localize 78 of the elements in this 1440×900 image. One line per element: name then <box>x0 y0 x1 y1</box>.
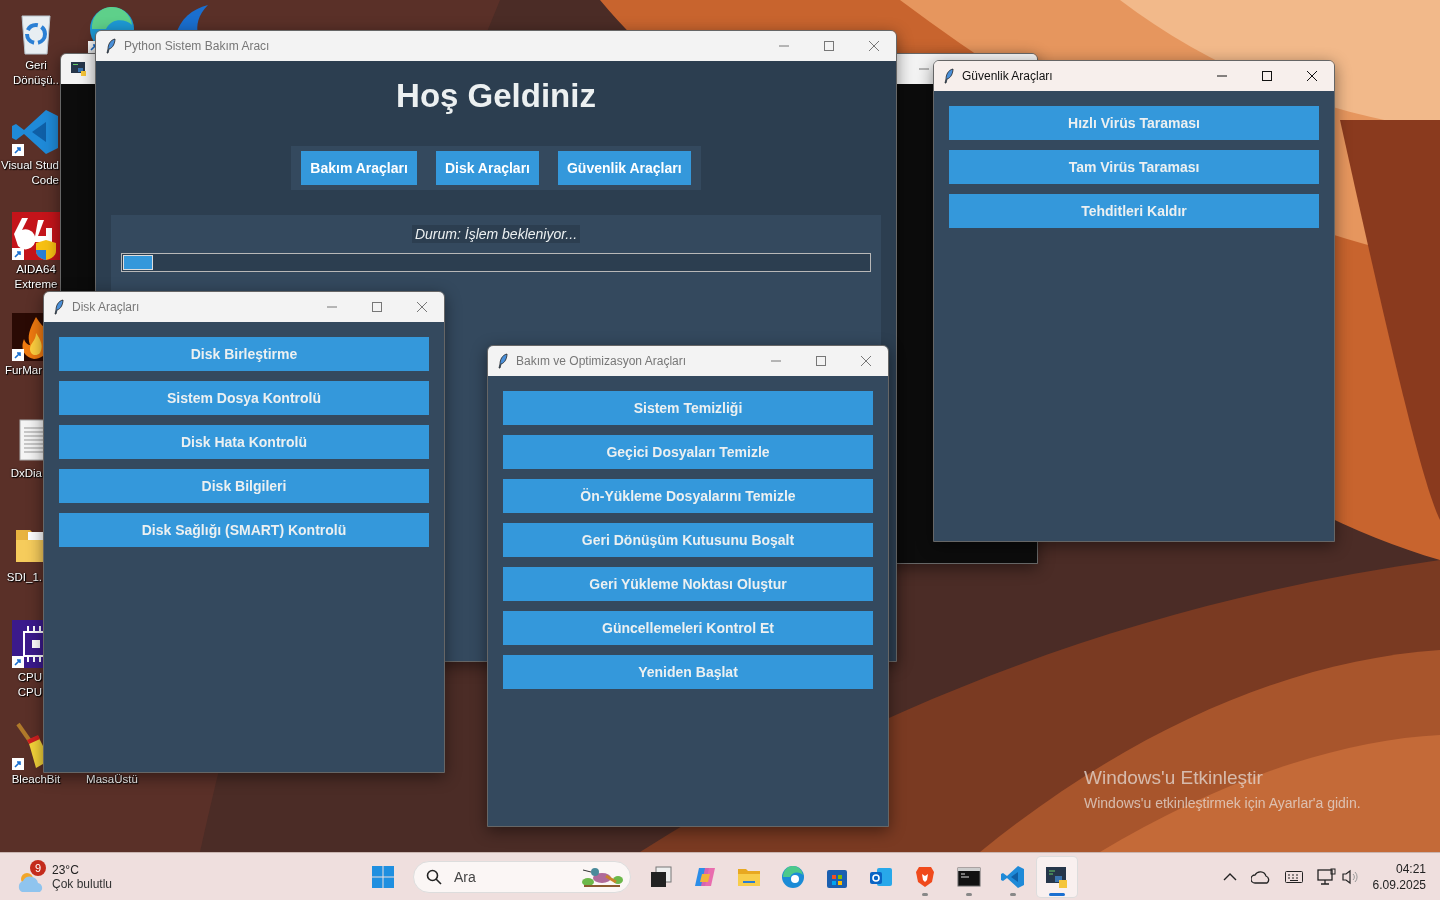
clock-button[interactable]: 04:21 6.09.2025 <box>1372 861 1426 892</box>
code-editor-icon <box>12 108 60 156</box>
desktop-icon-label[interactable]: BleachBit <box>11 772 61 787</box>
tool-button[interactable]: Hızlı Virüs Taraması <box>949 106 1319 140</box>
status-label: Durum: İşlem bekleniyor... <box>411 225 581 243</box>
flame-icon <box>12 313 43 361</box>
tool-button[interactable]: Disk Birleştirme <box>59 337 429 371</box>
maximize-icon <box>815 356 826 366</box>
nav-button[interactable]: Güvenlik Araçları <box>558 151 691 185</box>
desktop-icon-label[interactable]: Visual Stud <box>1 158 59 173</box>
tool-button[interactable]: Sistem Dosya Kontrolü <box>59 381 429 415</box>
window-title: Bakım ve Optimizasyon Araçları <box>516 354 687 368</box>
activation-title: Windows'u Etkinleştir <box>1084 767 1264 789</box>
tool-button[interactable]: Geri Dönüşüm Kutusunu Boşalt <box>503 523 873 557</box>
feather-icon <box>54 299 64 315</box>
maximize-icon <box>371 302 382 312</box>
tool-button[interactable]: Geri Yükleme Noktası Oluştur <box>503 567 873 601</box>
close-icon <box>868 41 879 51</box>
desktop-icon-label[interactable]: Dönüşü.. <box>13 73 59 88</box>
desktop-icon-label[interactable]: CPU <box>17 685 42 700</box>
close-icon <box>860 356 871 366</box>
desktop-icon-label[interactable]: CPU <box>17 670 42 685</box>
nav-button[interactable]: Disk Araçları <box>435 151 539 185</box>
maximize-icon <box>823 41 834 51</box>
window-title: Disk Araçları <box>72 300 140 314</box>
code-editor-icon <box>1001 864 1025 889</box>
python-icon <box>71 61 87 77</box>
desktop-icon-label[interactable]: AIDA64 <box>16 262 56 277</box>
chevron-up-icon[interactable] <box>1222 871 1237 882</box>
feather-icon <box>944 68 954 84</box>
tool-button[interactable]: Disk Sağlığı (SMART) Kontrolü <box>59 513 429 547</box>
taskbar-app-button[interactable] <box>1037 856 1077 897</box>
tool-button[interactable]: Yeniden Başlat <box>503 655 873 689</box>
tool-button[interactable]: Disk Hata Kontrolü <box>59 425 429 459</box>
window-title: Güvenlik Araçları <box>962 69 1053 83</box>
activation-text: Windows'u etkinleştirmek için Ayarlar'a gidin. <box>1084 795 1361 811</box>
tool-button[interactable]: Ön-Yükleme Dosyalarını Temizle <box>503 479 873 513</box>
keyboard-icon[interactable] <box>1284 870 1303 883</box>
weather-condition: Çok bulutlu <box>52 876 113 891</box>
tool-button[interactable]: Tehditleri Kaldır <box>949 194 1319 228</box>
close-icon <box>1306 71 1317 81</box>
feather-icon <box>106 38 116 54</box>
tool-button[interactable]: Disk Bilgileri <box>59 469 429 503</box>
weather-widget[interactable]: 9 23°C Çok bulutlu <box>16 857 117 896</box>
speaker-icon <box>1340 868 1359 885</box>
network-volume-button[interactable] <box>1316 867 1359 886</box>
chip-icon <box>12 620 43 668</box>
lion-icon <box>913 864 937 889</box>
notification-badge: 9 <box>30 859 46 876</box>
desktop-icon-label[interactable]: Extreme <box>14 277 58 292</box>
search-field[interactable]: Ara <box>452 867 570 886</box>
four-squares-icon <box>371 864 395 889</box>
window-title: Python Sistem Bakım Aracı <box>124 39 270 53</box>
search-box[interactable]: Ara <box>413 860 631 893</box>
welcome-heading: Hoş Geldiniz <box>396 76 596 116</box>
desktop-icon-label[interactable]: Code <box>31 173 59 188</box>
python-icon <box>1045 864 1069 889</box>
tool-button[interactable]: Güncellemeleri Kontrol Et <box>503 611 873 645</box>
desktop-icon-label[interactable]: SDI_1. <box>6 570 42 585</box>
network-icon <box>1316 867 1337 886</box>
search-icon <box>426 868 442 885</box>
tool-button[interactable]: Tam Virüs Taraması <box>949 150 1319 184</box>
desktop-icon-label[interactable]: Geri <box>25 58 47 73</box>
temperature-text: 23°C <box>52 862 80 877</box>
aida-icon <box>12 212 60 260</box>
browser-icon <box>781 864 805 889</box>
desktop-icon-label[interactable]: DxDia <box>10 466 42 481</box>
maximize-icon <box>1261 71 1272 81</box>
terminal-icon <box>957 864 981 889</box>
task-view-icon <box>649 864 673 889</box>
cloud-icon[interactable] <box>1250 869 1271 884</box>
nav-button[interactable]: Bakım Araçları <box>301 151 417 185</box>
tool-button[interactable]: Sistem Temizliği <box>503 391 873 425</box>
desktop-icon-label[interactable]: FurMar <box>4 363 42 378</box>
close-icon <box>416 302 427 312</box>
desktop-icon-label[interactable]: MasaÜstü <box>86 772 138 787</box>
feather-icon <box>498 353 508 369</box>
tool-button[interactable]: Geçici Dosyaları Temizle <box>503 435 873 469</box>
